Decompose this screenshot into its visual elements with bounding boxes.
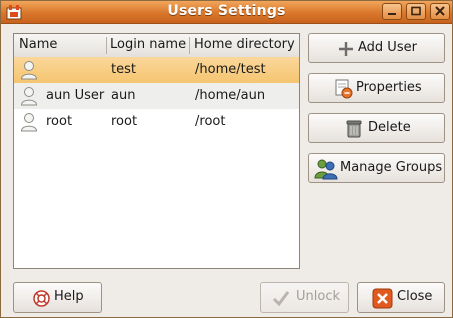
properties-label: Properties [356,80,422,95]
maximize-icon [411,6,421,16]
trash-icon [346,120,362,138]
user-name: root [46,114,73,129]
login-name: aun [111,88,136,103]
list-header: Name Login name Home directory [14,34,299,58]
close-label: Close [397,289,433,304]
group-icon [314,159,338,180]
user-name: aun User [46,88,105,103]
minimize-icon [388,13,396,15]
column-header-home[interactable]: Home directory [194,37,295,52]
help-label: Help [54,289,84,304]
home-directory: /root [195,114,226,129]
properties-icon [335,79,353,99]
delete-button[interactable]: Delete [308,113,445,143]
table-row[interactable]: root root /root [14,109,299,135]
home-directory: /home/test [195,62,266,77]
add-user-label: Add User [358,40,417,55]
window-close-button[interactable] [430,3,450,20]
login-name: test [111,62,136,77]
maximize-button[interactable] [406,3,426,20]
column-separator[interactable] [106,37,107,54]
login-name: root [111,114,138,129]
checkmark-icon [272,291,290,307]
unlock-label: Unlock [296,289,340,304]
column-separator[interactable] [189,37,190,54]
user-avatar-icon [20,113,38,132]
table-row[interactable]: aun User aun /home/aun [14,83,299,109]
title-bar[interactable]: Users Settings [1,1,452,24]
properties-button[interactable]: Properties [308,73,445,103]
manage-groups-button[interactable]: Manage Groups [308,153,445,183]
users-list[interactable]: Name Login name Home directory test /hom… [13,33,300,269]
unlock-button[interactable]: Unlock [260,282,349,313]
delete-label: Delete [368,120,411,135]
add-user-button[interactable]: Add User [308,33,445,63]
user-avatar-icon [20,61,38,80]
home-directory: /home/aun [195,88,266,103]
table-row[interactable]: test /home/test [14,57,299,83]
close-button[interactable]: Close [357,282,445,313]
column-header-name[interactable]: Name [19,37,57,52]
column-header-login[interactable]: Login name [110,37,186,52]
help-button[interactable]: Help [13,282,102,313]
manage-groups-label: Manage Groups [340,160,443,175]
help-icon [33,290,50,307]
users-settings-window: Users Settings Name Login name Home dire… [0,0,453,318]
add-icon [339,42,353,56]
user-avatar-icon [20,87,38,106]
minimize-button[interactable] [382,3,402,20]
close-icon [372,288,393,309]
close-icon [435,6,445,16]
